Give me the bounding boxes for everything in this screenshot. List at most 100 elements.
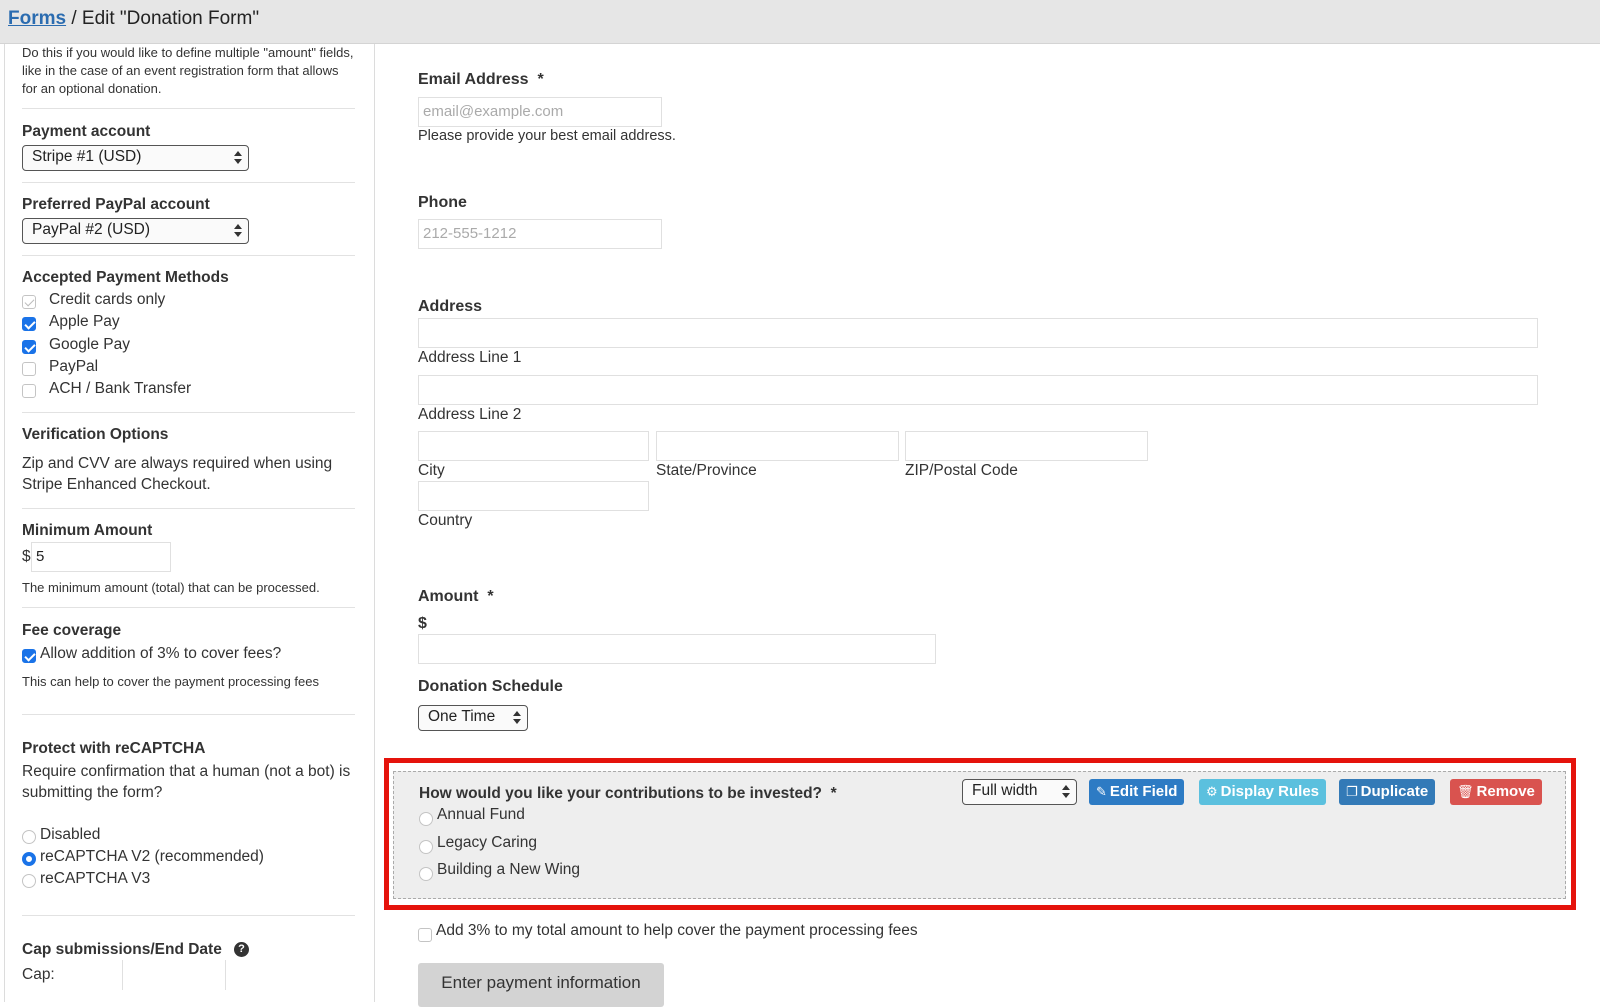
- paypal-account-label: Preferred PayPal account: [22, 196, 210, 213]
- recaptcha-v3-label: reCAPTCHA V3: [40, 870, 151, 887]
- zip-field[interactable]: [905, 431, 1148, 461]
- recaptcha-v3-radio[interactable]: [22, 874, 36, 888]
- credit-cards-checkbox[interactable]: [22, 295, 36, 309]
- apple-pay-label: Apple Pay: [49, 313, 120, 330]
- country-label: Country: [418, 512, 473, 529]
- field-width-select[interactable]: Full width: [962, 779, 1077, 805]
- verification-label: Verification Options: [22, 426, 169, 443]
- display-rules-button[interactable]: ⚙ Display Rules: [1199, 779, 1327, 805]
- divider: [22, 255, 355, 256]
- paypal-account-select[interactable]: PayPal #2 (USD): [22, 218, 249, 244]
- amount-currency: $: [418, 615, 427, 632]
- minimum-amount-label: Minimum Amount: [22, 522, 153, 539]
- edit-icon: ✎: [1096, 784, 1107, 799]
- credit-cards-label: Credit cards only: [49, 291, 166, 308]
- address-label: Address: [418, 298, 483, 315]
- form-settings-sidebar: Do this if you would like to define mult…: [0, 44, 375, 1002]
- duplicate-button[interactable]: ❐ Duplicate: [1339, 779, 1436, 805]
- fee-cover-checkbox[interactable]: [418, 928, 432, 942]
- apple-pay-checkbox[interactable]: [22, 317, 36, 331]
- select-arrows-icon: [513, 710, 521, 726]
- ach-label: ACH / Bank Transfer: [49, 380, 192, 397]
- minimum-amount-help: The minimum amount (total) that can be p…: [22, 580, 320, 595]
- email-field[interactable]: email@example.com: [418, 97, 662, 127]
- building-wing-label: Building a New Wing: [437, 861, 581, 878]
- fee-cover-label: Add 3% to my total amount to help cover …: [436, 922, 918, 939]
- email-help: Please provide your best email address.: [418, 128, 676, 144]
- recaptcha-disabled-radio[interactable]: [22, 830, 36, 844]
- recaptcha-v2-label: reCAPTCHA V2 (recommended): [40, 848, 264, 865]
- divider: [22, 412, 355, 413]
- minimum-amount-input[interactable]: 5: [31, 542, 171, 572]
- fee-coverage-checkbox-label: Allow addition of 3% to cover fees?: [40, 645, 282, 662]
- edit-field-button[interactable]: ✎ Edit Field: [1089, 779, 1185, 805]
- cap-label: Cap submissions/End Date: [22, 941, 222, 958]
- country-field[interactable]: [418, 481, 649, 511]
- amount-field[interactable]: [418, 634, 936, 664]
- divider: [22, 714, 355, 715]
- recaptcha-text: Require confirmation that a human (not a…: [22, 763, 351, 801]
- annual-fund-label: Annual Fund: [437, 806, 525, 823]
- page-title: / Edit "Donation Form": [66, 8, 260, 29]
- forms-link[interactable]: Forms: [8, 8, 66, 29]
- google-pay-label: Google Pay: [49, 336, 130, 353]
- cap-input[interactable]: [122, 960, 226, 990]
- payment-account-select[interactable]: Stripe #1 (USD): [22, 145, 249, 171]
- donation-schedule-label: Donation Schedule: [418, 678, 563, 695]
- remove-button[interactable]: 🗑 Remove: [1450, 779, 1542, 805]
- city-label: City: [418, 462, 445, 479]
- copy-icon: ❐: [1346, 784, 1358, 799]
- field-width-value: Full width: [972, 782, 1038, 799]
- gears-icon: ⚙: [1206, 784, 1218, 799]
- recaptcha-v2-radio[interactable]: [22, 852, 36, 866]
- google-pay-checkbox[interactable]: [22, 340, 36, 354]
- verification-text: Zip and CVV are always required when usi…: [22, 455, 333, 493]
- paypal-account-value: PayPal #2 (USD): [32, 221, 151, 238]
- invest-question: How would you like your contributions to…: [419, 785, 837, 802]
- select-arrows-icon: [1062, 784, 1070, 800]
- fee-coverage-help: This can help to cover the payment proce…: [22, 674, 319, 689]
- amount-label: Amount *: [418, 588, 494, 605]
- state-label: State/Province: [656, 462, 757, 479]
- payment-account-value: Stripe #1 (USD): [32, 148, 142, 165]
- address-line2-label: Address Line 2: [418, 406, 522, 423]
- paypal-label: PayPal: [49, 358, 99, 375]
- phone-label: Phone: [418, 194, 467, 211]
- question-circle-icon[interactable]: ?: [234, 942, 249, 957]
- divider: [22, 108, 355, 109]
- divider: [22, 607, 355, 608]
- phone-field[interactable]: 212-555-1212: [418, 219, 662, 249]
- breadcrumb: Forms / Edit "Donation Form": [0, 0, 1600, 44]
- divider: [22, 182, 355, 183]
- currency-symbol: $: [22, 548, 31, 565]
- city-field[interactable]: [418, 431, 649, 461]
- address-line1-label: Address Line 1: [418, 349, 522, 366]
- divider: [22, 508, 355, 509]
- fee-coverage-checkbox[interactable]: [22, 649, 36, 663]
- amount-intro-text: Do this if you would like to define mult…: [22, 45, 354, 96]
- trash-icon: 🗑: [1457, 784, 1474, 799]
- donation-schedule-value: One Time: [428, 708, 496, 725]
- address-line2-field[interactable]: [418, 375, 1538, 405]
- donation-schedule-select[interactable]: One Time: [418, 705, 528, 731]
- payment-methods-label: Accepted Payment Methods: [22, 269, 229, 286]
- divider: [22, 915, 355, 916]
- recaptcha-disabled-label: Disabled: [40, 826, 101, 843]
- enter-payment-button[interactable]: Enter payment information: [418, 963, 664, 1007]
- ach-checkbox[interactable]: [22, 384, 36, 398]
- address-line1-field[interactable]: [418, 318, 1538, 348]
- email-label: Email Address *: [418, 71, 544, 88]
- building-wing-radio[interactable]: [419, 867, 433, 881]
- legacy-caring-label: Legacy Caring: [437, 834, 537, 851]
- legacy-caring-radio[interactable]: [419, 840, 433, 854]
- payment-account-label: Payment account: [22, 123, 151, 140]
- fee-coverage-label: Fee coverage: [22, 622, 122, 639]
- recaptcha-label: Protect with reCAPTCHA: [22, 740, 206, 757]
- select-arrows-icon: [234, 223, 242, 239]
- paypal-checkbox[interactable]: [22, 362, 36, 376]
- annual-fund-radio[interactable]: [419, 812, 433, 826]
- cap-field-label: Cap:: [22, 966, 55, 983]
- select-arrows-icon: [234, 150, 242, 166]
- zip-label: ZIP/Postal Code: [905, 462, 1018, 479]
- state-field[interactable]: [656, 431, 899, 461]
